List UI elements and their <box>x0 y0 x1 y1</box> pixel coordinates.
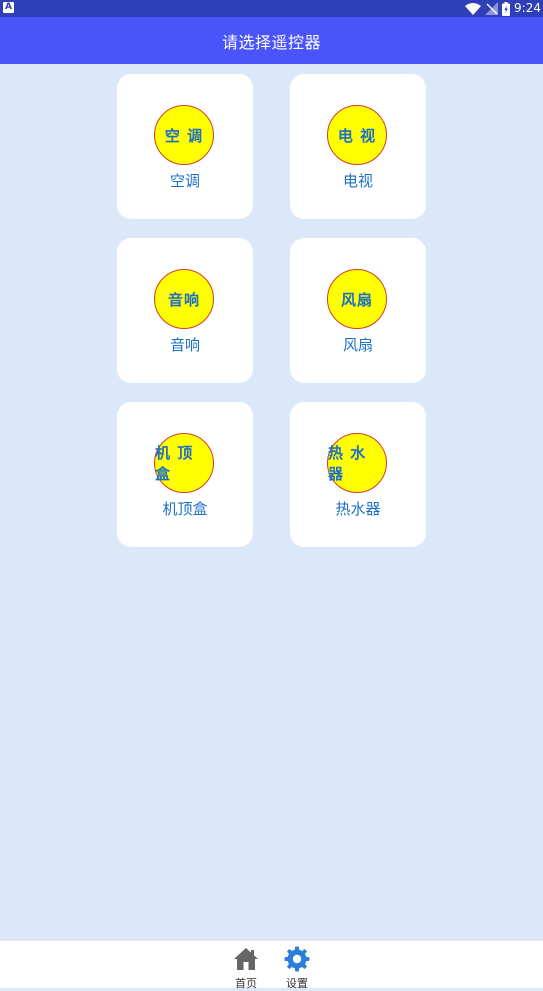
nav-item-settings[interactable]: 设置 <box>275 944 319 990</box>
device-label: 音响 <box>169 336 200 354</box>
bottom-nav: 首页 设置 <box>0 940 543 990</box>
device-card-water-heater[interactable]: 热 水 器 热水器 <box>290 402 426 547</box>
nav-label-home: 首页 <box>235 977 257 990</box>
device-label: 机顶盒 <box>162 500 208 518</box>
battery-icon <box>502 1 511 16</box>
gear-icon <box>284 946 310 972</box>
home-icon <box>234 948 258 970</box>
device-badge: 风扇 <box>327 269 387 329</box>
device-card-set-top-box[interactable]: 机 顶 盒 机顶盒 <box>117 402 253 547</box>
device-card-air-conditioner[interactable]: 空 调 空调 <box>117 74 253 219</box>
status-bar: A 9:24 <box>0 0 543 17</box>
page-title: 请选择遥控器 <box>221 32 321 52</box>
status-time: 9:24 <box>514 1 541 15</box>
nav-item-home[interactable]: 首页 <box>224 944 268 990</box>
device-card-fan[interactable]: 风扇 风扇 <box>290 238 426 383</box>
device-badge: 音响 <box>154 269 214 329</box>
device-badge: 热 水 器 <box>327 433 387 493</box>
device-label: 空调 <box>169 172 200 190</box>
device-card-tv[interactable]: 电 视 电视 <box>290 74 426 219</box>
device-label: 风扇 <box>342 336 373 354</box>
wifi-icon <box>465 2 482 15</box>
app-header: 请选择遥控器 <box>0 17 543 64</box>
signal-off-icon <box>485 2 499 15</box>
nav-label-settings: 设置 <box>286 977 308 990</box>
device-badge: 空 调 <box>154 105 214 165</box>
device-label: 热水器 <box>335 500 381 518</box>
device-card-speaker[interactable]: 音响 音响 <box>117 238 253 383</box>
status-icons: 9:24 <box>465 0 541 17</box>
device-label: 电视 <box>342 172 373 190</box>
device-badge: 机 顶 盒 <box>154 433 214 493</box>
device-badge: 电 视 <box>327 105 387 165</box>
notification-icon: A <box>3 2 14 13</box>
